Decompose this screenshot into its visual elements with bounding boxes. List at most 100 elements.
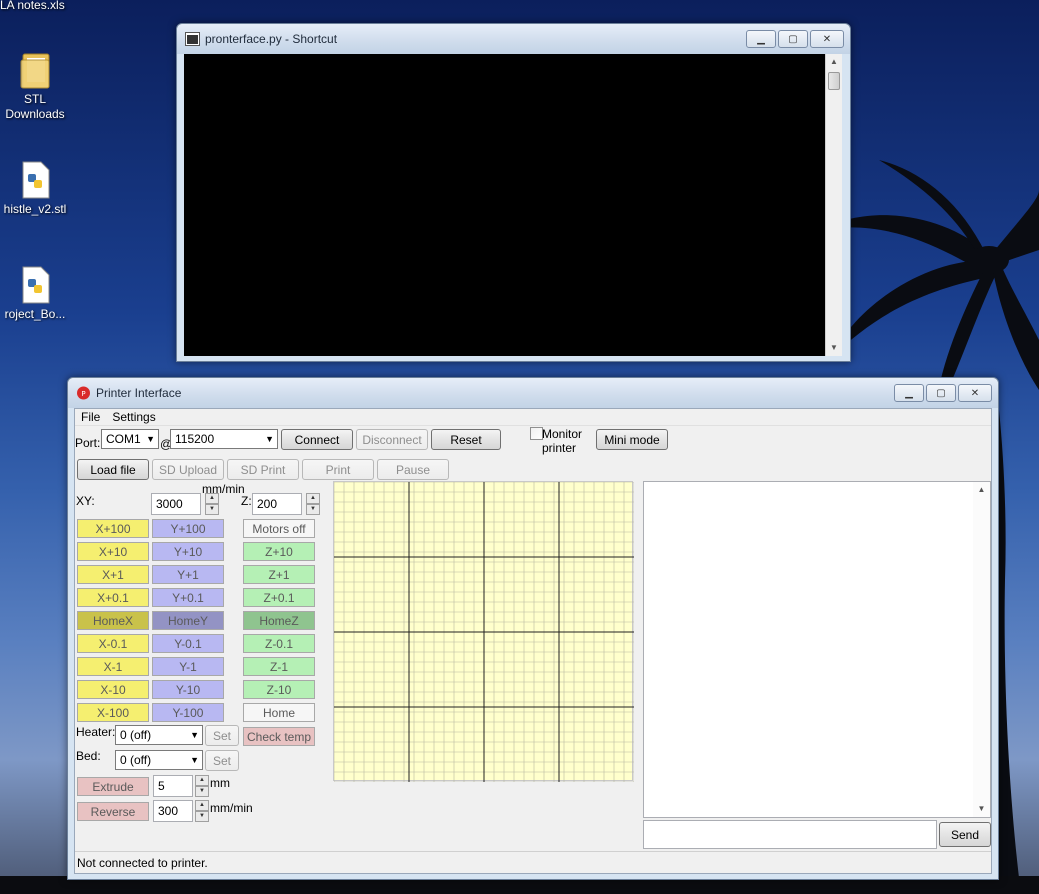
xy-feedrate-input[interactable]: 3000 xyxy=(151,493,201,515)
port-select[interactable]: COM1 ▼ xyxy=(101,429,159,449)
folder-icon xyxy=(20,53,50,89)
extrude-button[interactable]: Extrude xyxy=(77,777,149,796)
x-jog-button[interactable]: X-100 xyxy=(77,703,149,722)
z-jog-button[interactable]: Z-0.1 xyxy=(243,634,315,653)
desktop-icon-project[interactable]: roject_Bo... xyxy=(0,265,70,322)
desktop-icon-stl-downloads[interactable]: STL Downloads xyxy=(0,50,70,122)
menu-settings[interactable]: Settings xyxy=(112,409,155,425)
x-jog-button[interactable]: X+10 xyxy=(77,542,149,561)
desktop-icon-label: histle_v2.stl xyxy=(3,202,67,216)
y-jog-button[interactable]: Y-10 xyxy=(152,680,224,699)
grid-lines xyxy=(333,481,635,783)
console-scrollbar[interactable]: ▲ ▼ xyxy=(825,54,842,356)
desktop-icon-histle-stl[interactable]: histle_v2.stl xyxy=(0,160,70,217)
z-jog-button[interactable]: Z+10 xyxy=(243,542,315,561)
maximize-button[interactable]: ▢ xyxy=(926,384,956,402)
minimize-button[interactable]: ▁ xyxy=(894,384,924,402)
command-input[interactable] xyxy=(643,820,937,849)
extrude-speed-input[interactable]: 300 xyxy=(153,800,193,822)
spin-up-icon[interactable]: ▲ xyxy=(205,493,219,504)
minimize-button[interactable]: ▁ xyxy=(746,30,776,48)
x-jog-button[interactable]: X-10 xyxy=(77,680,149,699)
z-jog-button[interactable]: Z+0.1 xyxy=(243,588,315,607)
console-window[interactable]: pronterface.py - Shortcut ▁ ▢ ✕ ▲ ▼ xyxy=(176,23,851,362)
load-file-button[interactable]: Load file xyxy=(77,459,149,480)
z-jog-button[interactable]: Z+1 xyxy=(243,565,315,584)
scroll-down-icon[interactable]: ▼ xyxy=(973,801,990,817)
send-button[interactable]: Send xyxy=(939,822,991,847)
scroll-thumb[interactable] xyxy=(828,72,840,90)
sd-upload-button[interactable]: SD Upload xyxy=(152,459,224,480)
extrude-speed-stepper[interactable]: ▲ ▼ xyxy=(195,800,209,822)
build-plate-grid[interactable] xyxy=(333,481,635,783)
z-jog-button[interactable]: Z-1 xyxy=(243,657,315,676)
check-temp-button[interactable]: Check temp xyxy=(243,727,315,746)
scroll-up-icon[interactable]: ▲ xyxy=(973,482,990,498)
reverse-button[interactable]: Reverse xyxy=(77,802,149,821)
mini-mode-button[interactable]: Mini mode xyxy=(596,429,668,450)
z-jog-button[interactable]: Z-10 xyxy=(243,680,315,699)
print-button[interactable]: Print xyxy=(302,459,374,480)
spin-up-icon[interactable]: ▲ xyxy=(195,800,209,811)
y-jog-button[interactable]: Y+100 xyxy=(152,519,224,538)
minimize-icon: ▁ xyxy=(905,387,913,399)
heater-set-button[interactable]: Set xyxy=(205,725,239,746)
maximize-button[interactable]: ▢ xyxy=(778,30,808,48)
reset-button[interactable]: Reset xyxy=(431,429,501,450)
connect-button[interactable]: Connect xyxy=(281,429,353,450)
heater-select[interactable]: 0 (off) ▼ xyxy=(115,725,203,745)
x-jog-button[interactable]: X+1 xyxy=(77,565,149,584)
maximize-icon: ▢ xyxy=(788,33,798,45)
menu-file[interactable]: File xyxy=(81,409,100,425)
bed-set-button[interactable]: Set xyxy=(205,750,239,771)
spin-down-icon[interactable]: ▼ xyxy=(195,786,209,797)
y-jog-button[interactable]: Y-1 xyxy=(152,657,224,676)
spin-up-icon[interactable]: ▲ xyxy=(195,775,209,786)
scroll-up-icon[interactable]: ▲ xyxy=(826,54,842,70)
status-bar: Not connected to printer. xyxy=(75,851,991,873)
x-jog-button[interactable]: X-1 xyxy=(77,657,149,676)
y-jog-button[interactable]: Y+10 xyxy=(152,542,224,561)
x-jog-button[interactable]: X-0.1 xyxy=(77,634,149,653)
pause-button[interactable]: Pause xyxy=(377,459,449,480)
z-feedrate-input[interactable]: 200 xyxy=(252,493,302,515)
x-jog-button[interactable]: X+100 xyxy=(77,519,149,538)
y-jog-button[interactable]: HomeY xyxy=(152,611,224,630)
extrude-length-stepper[interactable]: ▲ ▼ xyxy=(195,775,209,797)
close-button[interactable]: ✕ xyxy=(958,384,992,402)
printer-interface-window[interactable]: P Printer Interface ▁ ▢ ✕ File Settings … xyxy=(67,377,999,880)
spin-down-icon[interactable]: ▼ xyxy=(195,811,209,822)
desktop-icon-la-notes[interactable]: LA notes.xls xyxy=(0,0,70,13)
close-button[interactable]: ✕ xyxy=(810,30,844,48)
y-jog-button[interactable]: Y+1 xyxy=(152,565,224,584)
extrude-unit-label: mm xyxy=(210,776,230,790)
z-jog-button[interactable]: Motors off xyxy=(243,519,315,538)
y-jog-button[interactable]: Y-0.1 xyxy=(152,634,224,653)
y-jog-button[interactable]: Y-100 xyxy=(152,703,224,722)
sd-print-button[interactable]: SD Print xyxy=(227,459,299,480)
log-output[interactable]: ▲ ▼ xyxy=(643,481,991,818)
chevron-down-icon: ▼ xyxy=(146,434,155,444)
z-jog-button[interactable]: HomeZ xyxy=(243,611,315,630)
spin-down-icon[interactable]: ▼ xyxy=(205,504,219,515)
y-jog-button[interactable]: Y+0.1 xyxy=(152,588,224,607)
console-output[interactable] xyxy=(184,54,825,356)
bed-select[interactable]: 0 (off) ▼ xyxy=(115,750,203,770)
spin-down-icon[interactable]: ▼ xyxy=(306,504,320,515)
baud-select[interactable]: 115200 ▼ xyxy=(170,429,278,449)
log-scrollbar[interactable]: ▲ ▼ xyxy=(973,482,990,817)
z-jog-button[interactable]: Home xyxy=(243,703,315,722)
x-jog-button[interactable]: X+0.1 xyxy=(77,588,149,607)
disconnect-button[interactable]: Disconnect xyxy=(356,429,428,450)
x-jog-button[interactable]: HomeX xyxy=(77,611,149,630)
extrude-length-input[interactable]: 5 xyxy=(153,775,193,797)
console-app-icon xyxy=(185,32,200,46)
z-feedrate-stepper[interactable]: ▲ ▼ xyxy=(306,493,320,515)
console-titlebar[interactable]: pronterface.py - Shortcut ▁ ▢ ✕ xyxy=(177,24,850,54)
xy-feedrate-stepper[interactable]: ▲ ▼ xyxy=(205,493,219,515)
scroll-down-icon[interactable]: ▼ xyxy=(826,340,842,356)
svg-text:P: P xyxy=(81,390,85,398)
printer-client-area: File Settings Port: COM1 ▼ @ 115200 ▼ Co… xyxy=(74,408,992,874)
spin-up-icon[interactable]: ▲ xyxy=(306,493,320,504)
printer-titlebar[interactable]: P Printer Interface ▁ ▢ ✕ xyxy=(68,378,998,408)
